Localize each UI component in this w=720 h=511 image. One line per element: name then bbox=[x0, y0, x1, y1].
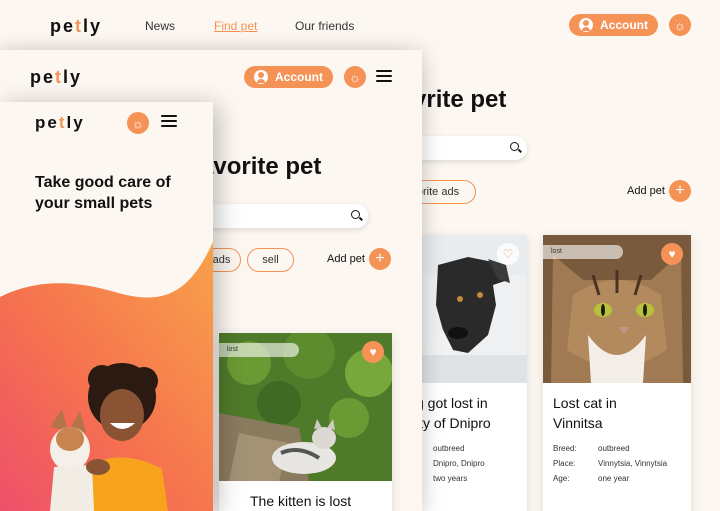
plus-icon[interactable]: + bbox=[369, 248, 391, 270]
plus-icon[interactable]: + bbox=[669, 180, 691, 202]
chip-label: sell bbox=[262, 254, 279, 266]
pet-card: lost ♥ The kitten is lost bbox=[219, 333, 392, 511]
card-title: g got lost in ity of Dnipro bbox=[416, 395, 491, 431]
account-label: Account bbox=[275, 70, 323, 84]
category-tag: lost bbox=[543, 245, 623, 259]
search-input[interactable] bbox=[200, 204, 368, 228]
add-pet-label[interactable]: Add pet bbox=[627, 185, 665, 197]
chip-label: orite ads bbox=[416, 186, 460, 198]
card-title: Lost cat in Vinnitsa bbox=[553, 395, 617, 431]
category-tag: lost bbox=[219, 343, 299, 357]
search-icon[interactable] bbox=[351, 210, 360, 219]
card-title: The kitten is lost bbox=[250, 493, 352, 509]
pet-info: outbreed Dnipro, Dnipro two years bbox=[433, 444, 485, 483]
mobile-frame: petly ☼ Take good care of your small pet… bbox=[0, 102, 213, 511]
nav-our-friends[interactable]: Our friends bbox=[295, 19, 354, 33]
user-icon bbox=[254, 70, 268, 84]
hero-image-girl-with-dog bbox=[50, 363, 168, 511]
account-label: Account bbox=[600, 18, 648, 32]
pet-card: lost ♥ Lost cat in Vinnitsa Breed: outbr… bbox=[543, 235, 691, 511]
sell-filter[interactable]: sell bbox=[247, 248, 294, 272]
logo[interactable]: petly bbox=[50, 16, 102, 37]
hamburger-icon[interactable] bbox=[376, 70, 392, 82]
heart-icon[interactable]: ♡ bbox=[497, 243, 519, 265]
account-button[interactable]: Account bbox=[244, 66, 333, 88]
heart-icon[interactable]: ♥ bbox=[362, 341, 384, 363]
pet-info: Breed: outbreed Place: Vinnytsia, Vinnyt… bbox=[553, 444, 668, 483]
search-icon[interactable] bbox=[510, 142, 519, 151]
page-title: avorite pet bbox=[200, 153, 322, 180]
add-pet-label[interactable]: Add pet bbox=[327, 253, 365, 265]
nav-news[interactable]: News bbox=[145, 19, 175, 33]
page-title: vrite pet bbox=[413, 86, 507, 113]
logo[interactable]: petly bbox=[30, 67, 82, 88]
user-icon bbox=[579, 18, 593, 32]
sun-icon[interactable]: ☼ bbox=[344, 66, 366, 88]
account-button[interactable]: Account bbox=[569, 14, 658, 36]
sun-icon[interactable]: ☼ bbox=[669, 14, 691, 36]
heart-icon[interactable]: ♥ bbox=[661, 243, 683, 265]
nav-find-pet[interactable]: Find pet bbox=[214, 19, 257, 33]
